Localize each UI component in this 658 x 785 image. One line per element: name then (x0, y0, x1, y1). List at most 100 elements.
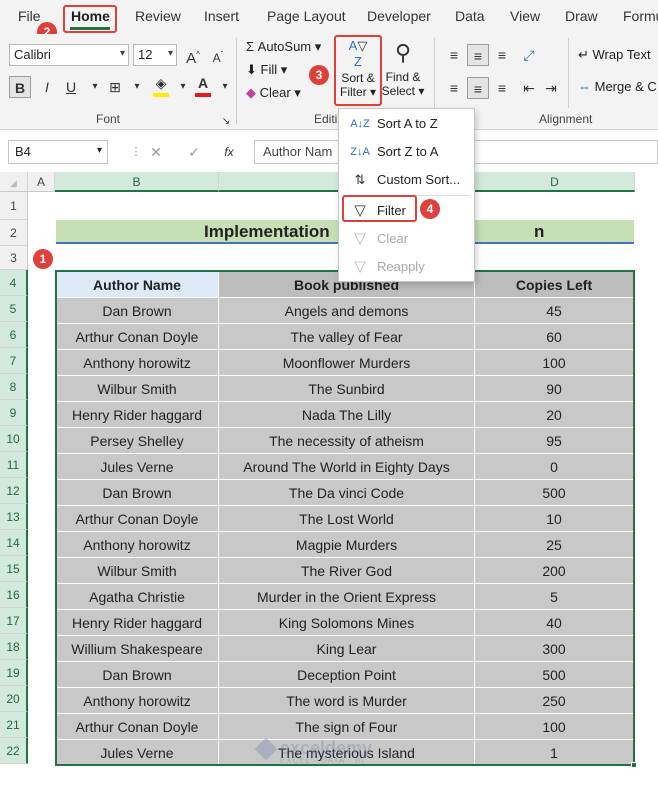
cell-author-name[interactable]: Henry Rider haggard (56, 402, 219, 428)
enter-icon[interactable]: ✓ (183, 141, 205, 163)
menu-item-custom-sort[interactable]: ⇅ Custom Sort... (339, 167, 474, 193)
cell-copies-left[interactable]: 25 (475, 532, 634, 558)
merge-button[interactable]: ⇔ Merge & C (578, 79, 657, 94)
tab-draw[interactable]: Draw (565, 8, 598, 24)
cell-author-name[interactable]: Arthur Conan Doyle (56, 324, 219, 350)
cell-book-published[interactable]: The Da vinci Code (219, 480, 475, 506)
row-header-2[interactable]: 2 (0, 220, 28, 246)
cell-copies-left[interactable]: 20 (475, 402, 634, 428)
row-header-12[interactable]: 12 (0, 478, 28, 504)
decrease-font-icon[interactable]: Aˇ (207, 44, 229, 66)
cell-book-published[interactable]: The word is Murder (219, 688, 475, 714)
cell-book-published[interactable]: The Lost World (219, 506, 475, 532)
row-header-21[interactable]: 21 (0, 712, 28, 738)
row-header-6[interactable]: 6 (0, 322, 28, 348)
row-header-3[interactable]: 3 (0, 246, 28, 270)
cell-book-published[interactable]: The sign of Four (219, 714, 475, 740)
row-header-17[interactable]: 17 (0, 608, 28, 634)
row-header-19[interactable]: 19 (0, 660, 28, 686)
cell-author-name[interactable]: Arthur Conan Doyle (56, 506, 219, 532)
row-header-14[interactable]: 14 (0, 530, 28, 556)
cell-author-name[interactable]: Jules Verne (56, 740, 219, 766)
wrap-text-button[interactable]: ↵ Wrap Text (578, 47, 651, 63)
cell-copies-left[interactable]: 100 (475, 350, 634, 376)
align-bottom-icon[interactable]: ≡ (491, 44, 513, 66)
bold-icon[interactable]: B (9, 76, 31, 98)
row-header-13[interactable]: 13 (0, 504, 28, 530)
row-header-22[interactable]: 22 (0, 738, 28, 764)
align-left-icon[interactable]: ≡ (443, 77, 465, 99)
column-header-d[interactable]: D (475, 172, 635, 192)
tab-page-layout[interactable]: Page Layout (267, 8, 346, 24)
row-header-9[interactable]: 9 (0, 400, 28, 426)
italic-icon[interactable]: I (36, 76, 58, 98)
align-top-icon[interactable]: ≡ (443, 44, 465, 66)
font-size-box[interactable]: 12 ▾ (133, 44, 177, 66)
cell-book-published[interactable]: King Solomons Mines (219, 610, 475, 636)
cell-author-name[interactable]: Dan Brown (56, 480, 219, 506)
align-center-icon[interactable]: ≡ (467, 77, 489, 99)
cell-author-name[interactable]: Wilbur Smith (56, 558, 219, 584)
row-header-10[interactable]: 10 (0, 426, 28, 452)
menu-item-sort-z-a[interactable]: Z↓A Sort Z to A (339, 139, 474, 165)
row-header-7[interactable]: 7 (0, 348, 28, 374)
fill-color-icon[interactable]: ◈ (150, 76, 172, 98)
clear-button[interactable]: ◆ Clear ▾ (246, 85, 301, 101)
chevron-down-icon[interactable]: ▾ (214, 76, 236, 98)
cell-copies-left[interactable]: 500 (475, 480, 634, 506)
cell-author-name[interactable]: Wilbur Smith (56, 376, 219, 402)
row-header-4[interactable]: 4 (0, 270, 28, 296)
cell-book-published[interactable]: Deception Point (219, 662, 475, 688)
name-box[interactable]: B4 ▾ (8, 140, 108, 164)
find-select-button[interactable]: ⚲ Find & Select ▾ (381, 36, 425, 106)
cell-book-published[interactable]: The Sunbird (219, 376, 475, 402)
cell-book-published[interactable]: King Lear (219, 636, 475, 662)
header-copies-left[interactable]: Copies Left (475, 272, 634, 298)
cell-copies-left[interactable]: 90 (475, 376, 634, 402)
font-color-icon[interactable]: A (192, 76, 214, 98)
chevron-down-icon[interactable]: ▾ (172, 76, 194, 98)
increase-font-icon[interactable]: A^ (182, 44, 204, 67)
cell-book-published[interactable]: Angels and demons (219, 298, 475, 324)
dialog-launcher-icon[interactable]: ↘ (215, 111, 237, 133)
borders-icon[interactable]: ⊞ (104, 76, 126, 98)
fill-button[interactable]: ⬇ Fill ▾ (246, 62, 287, 78)
cell-book-published[interactable]: Moonflower Murders (219, 350, 475, 376)
cell-author-name[interactable]: Jules Verne (56, 454, 219, 480)
chevron-down-icon[interactable]: ▾ (126, 76, 148, 98)
row-header-8[interactable]: 8 (0, 374, 28, 400)
autosum-button[interactable]: Σ AutoSum ▾ (246, 39, 321, 55)
tab-review[interactable]: Review (135, 8, 181, 24)
cell-book-published[interactable]: Magpie Murders (219, 532, 475, 558)
tab-developer[interactable]: Developer (367, 8, 431, 24)
tab-formulas[interactable]: Formu (623, 8, 658, 24)
cell-copies-left[interactable]: 300 (475, 636, 634, 662)
decrease-indent-icon[interactable]: ⇤ (518, 77, 540, 99)
row-header-5[interactable]: 5 (0, 296, 28, 322)
cell-book-published[interactable]: The River God (219, 558, 475, 584)
row-header-15[interactable]: 15 (0, 556, 28, 582)
cell-copies-left[interactable]: 45 (475, 298, 634, 324)
chevron-down-icon[interactable]: ▾ (84, 76, 106, 98)
tab-insert[interactable]: Insert (204, 8, 239, 24)
menu-item-sort-a-z[interactable]: A↓Z Sort A to Z (339, 111, 474, 137)
cell-author-name[interactable]: Henry Rider haggard (56, 610, 219, 636)
cell-copies-left[interactable]: 250 (475, 688, 634, 714)
cell-copies-left[interactable]: 0 (475, 454, 634, 480)
cancel-icon[interactable]: ✕ (145, 141, 167, 163)
cell-book-published[interactable]: The necessity of atheism (219, 428, 475, 454)
cell-copies-left[interactable]: 40 (475, 610, 634, 636)
cell-book-published[interactable]: The valley of Fear (219, 324, 475, 350)
cell-copies-left[interactable]: 1 (475, 740, 634, 766)
cell-author-name[interactable]: Willium Shakespeare (56, 636, 219, 662)
row-header-18[interactable]: 18 (0, 634, 28, 660)
underline-icon[interactable]: U (60, 76, 82, 98)
orientation-icon[interactable]: ⤢ (518, 44, 540, 66)
cell-author-name[interactable]: Anthony horowitz (56, 350, 219, 376)
fill-handle[interactable] (631, 762, 637, 768)
tab-data[interactable]: Data (455, 8, 485, 24)
cell-author-name[interactable]: Anthony horowitz (56, 688, 219, 714)
cell-copies-left[interactable]: 10 (475, 506, 634, 532)
cell-copies-left[interactable]: 500 (475, 662, 634, 688)
tab-view[interactable]: View (510, 8, 540, 24)
